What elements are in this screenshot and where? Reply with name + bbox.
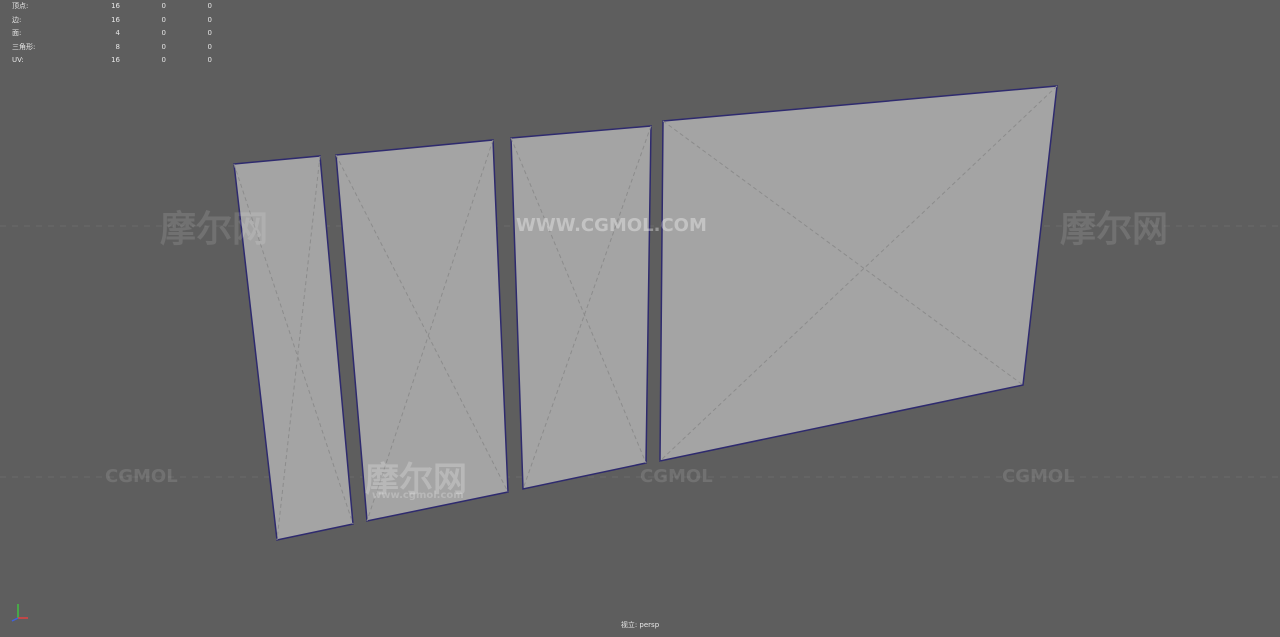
mesh-panel-3[interactable] xyxy=(510,125,652,490)
camera-name-label: 视立: persp xyxy=(620,621,660,629)
mesh-panel-4[interactable] xyxy=(659,85,1058,462)
mesh-panel-2[interactable] xyxy=(335,139,509,522)
mesh-panel-1[interactable] xyxy=(233,155,354,541)
3d-viewport[interactable]: 顶点: 16 0 0 边: 16 0 0 面: 4 0 0 三角形: 8 0 0… xyxy=(0,0,1280,637)
scene-canvas[interactable] xyxy=(0,0,1280,637)
